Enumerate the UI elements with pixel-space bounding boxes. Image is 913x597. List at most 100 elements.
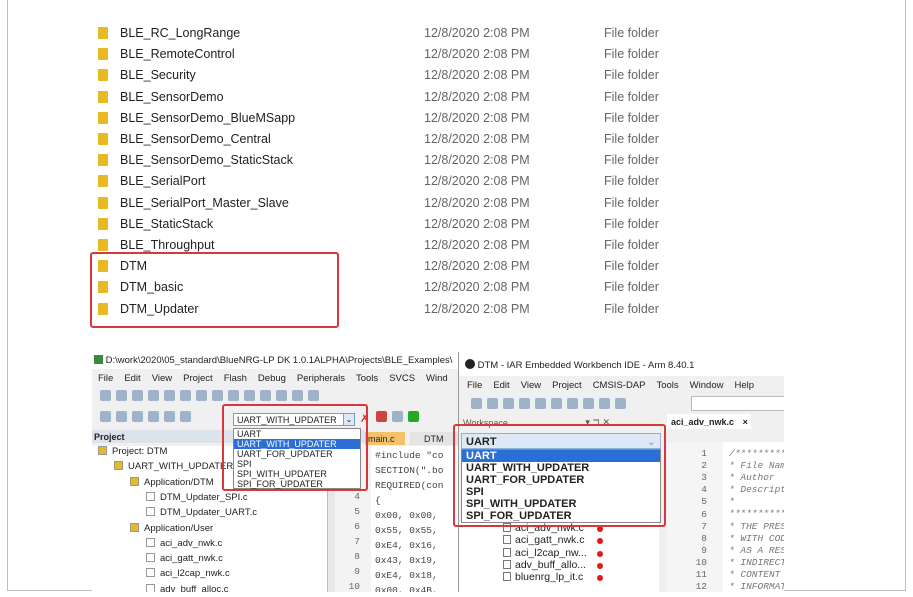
menu-item[interactable]: Peripherals <box>297 373 345 384</box>
menu-item[interactable]: Flash <box>224 373 247 384</box>
menu-item[interactable]: Tools <box>656 380 678 391</box>
code-line: * INFORMAT <box>729 581 784 592</box>
tree-item[interactable]: adv_buff_alloc.c <box>146 583 229 592</box>
menu-item[interactable]: Help <box>734 380 754 391</box>
code-line: 0x43, 0x19, <box>375 555 438 566</box>
file-date: 12/8/2020 2:08 PM <box>424 301 530 316</box>
open-icon[interactable] <box>487 398 498 410</box>
translate-icon[interactable] <box>100 411 111 423</box>
file-type: File folder <box>604 26 659 40</box>
file-name: BLE_SensorDemo_Central <box>120 132 271 146</box>
back-icon[interactable] <box>244 390 255 402</box>
redo-icon[interactable] <box>228 390 239 402</box>
tree-item[interactable]: aci_l2cap_nw... <box>503 547 603 559</box>
paste-icon[interactable] <box>196 390 207 402</box>
menu-item[interactable]: Debug <box>258 373 286 384</box>
file-row[interactable]: BLE_RemoteControl 12/8/2020 2:08 PM File f… <box>98 44 698 64</box>
editor-tab-main[interactable]: main.c <box>365 432 405 445</box>
title-bar: DTM - IAR Embedded Workbench IDE - Arm 8… <box>459 352 784 376</box>
tree-item[interactable]: aci_gatt_nwk.c <box>146 553 223 564</box>
code-line: REQUIRED(con <box>375 480 444 491</box>
download-icon[interactable] <box>164 411 175 423</box>
packs-icon[interactable] <box>392 411 403 423</box>
bookmark-next-icon[interactable] <box>308 390 319 402</box>
line-number: 11 <box>695 569 707 580</box>
rebuild-icon[interactable] <box>132 411 143 423</box>
search-combo[interactable] <box>691 396 784 411</box>
menu-item[interactable]: View <box>152 373 172 384</box>
code-line: * AS A RES <box>729 544 784 556</box>
highlight-box-dtm-folders <box>90 252 339 328</box>
forward-icon[interactable] <box>260 390 271 402</box>
file-row[interactable]: BLE_SensorDemo_BlueMSapp 12/8/2020 2:08 P… <box>98 108 698 128</box>
file-row[interactable]: BLE_SerialPort 12/8/2020 2:08 PM File fold… <box>98 171 698 191</box>
menu-item[interactable]: File <box>98 373 113 384</box>
tree-item[interactable]: aci_gatt_nwk.c <box>503 534 603 546</box>
batch-build-icon[interactable] <box>148 411 159 423</box>
editor-tab[interactable]: aci_adv_nwk.c × <box>667 414 751 429</box>
menu-item[interactable]: CMSIS-DAP <box>593 380 646 391</box>
tree-item[interactable]: bluenrg_lp_it.c <box>503 571 603 583</box>
tree-item[interactable]: Application/User <box>130 522 213 534</box>
cut-icon[interactable] <box>551 398 562 410</box>
tree-item[interactable]: aci_adv_nwk.c <box>146 537 223 549</box>
save-all-icon[interactable] <box>148 390 159 402</box>
tree-item[interactable]: aci_l2cap_nwk.c <box>146 568 230 579</box>
tree-item[interactable]: Application/DTM <box>130 476 214 488</box>
code-editor[interactable]: /********* * File Nam * Author * Descript * *… <box>723 442 784 592</box>
print-icon[interactable] <box>535 398 546 410</box>
save-icon[interactable] <box>503 398 514 410</box>
code-line: 0x55, 0x55, <box>375 525 438 536</box>
tree-item[interactable]: Project: DTM <box>98 446 167 457</box>
build-icon[interactable] <box>116 411 127 423</box>
code-line: * Descript <box>729 484 784 496</box>
folder-icon <box>98 196 108 209</box>
open-icon[interactable] <box>116 390 127 402</box>
menu-item[interactable]: Edit <box>493 380 509 391</box>
copy-icon[interactable] <box>180 390 191 402</box>
tree-item[interactable]: DTM_Updater_UART.c <box>146 507 257 518</box>
file-row[interactable]: BLE_SensorDemo_StaticStack 12/8/2020 2:08… <box>98 150 698 170</box>
menu-item[interactable]: Tools <box>356 373 378 384</box>
bookmark-prev-icon[interactable] <box>292 390 303 402</box>
tree-item[interactable]: adv_buff_allo... <box>503 559 603 571</box>
tree-item-label: aci_adv_nwk.c <box>160 537 223 549</box>
bookmark-icon[interactable] <box>276 390 287 402</box>
target-options-icon[interactable] <box>180 411 191 423</box>
undo-icon[interactable] <box>212 390 223 402</box>
file-name: BLE_RemoteControl <box>120 47 235 62</box>
tree-item[interactable]: DTM_Updater_SPI.c <box>146 491 248 503</box>
paste-icon[interactable] <box>583 398 594 410</box>
copy-icon[interactable] <box>567 398 578 410</box>
undo-icon[interactable] <box>599 398 610 410</box>
line-number: 9 <box>354 566 360 577</box>
file-row[interactable]: BLE_StaticStack 12/8/2020 2:08 PM File fol… <box>98 214 698 234</box>
close-tab-icon[interactable]: × <box>743 417 748 427</box>
save-icon[interactable] <box>132 390 143 402</box>
toolbar-2 <box>100 411 196 423</box>
rte-icon[interactable] <box>376 411 387 423</box>
file-row[interactable]: BLE_SensorDemo_Central 12/8/2020 2:08 PM F… <box>98 129 698 149</box>
tree-item[interactable]: UART_WITH_UPDATER <box>114 461 233 472</box>
new-icon[interactable] <box>471 398 482 410</box>
file-row[interactable]: BLE_Security 12/8/2020 2:08 PM File folder <box>98 65 698 85</box>
file-row[interactable]: BLE_SerialPort_Master_Slave 12/8/2020 2:0… <box>98 193 698 213</box>
file-row[interactable]: BLE_SensorDemo 12/8/2020 2:08 PM File fold… <box>98 87 698 107</box>
save-all-icon[interactable] <box>519 398 530 410</box>
menu-item[interactable]: Window <box>690 380 724 391</box>
toolbar-1 <box>100 390 324 402</box>
menu-item[interactable]: Project <box>183 373 213 384</box>
green-diamond-icon[interactable] <box>408 411 419 423</box>
menu-item[interactable]: Edit <box>124 373 140 384</box>
redo-icon[interactable] <box>615 398 626 410</box>
new-icon[interactable] <box>100 390 111 402</box>
cut-icon[interactable] <box>164 390 175 402</box>
code-editor[interactable]: #include "co SECTION(".bo REQUIRED(con {0x0… <box>371 446 460 592</box>
menu-item[interactable]: SVCS <box>389 373 415 384</box>
menu-item[interactable]: Wind <box>426 373 448 384</box>
file-type: File folder <box>604 89 659 104</box>
file-row[interactable]: BLE_RC_LongRange 12/8/2020 2:08 PM File fo… <box>98 23 698 43</box>
menu-item[interactable]: Project <box>552 380 582 391</box>
menu-item[interactable]: File <box>467 380 482 391</box>
menu-item[interactable]: View <box>521 380 541 391</box>
